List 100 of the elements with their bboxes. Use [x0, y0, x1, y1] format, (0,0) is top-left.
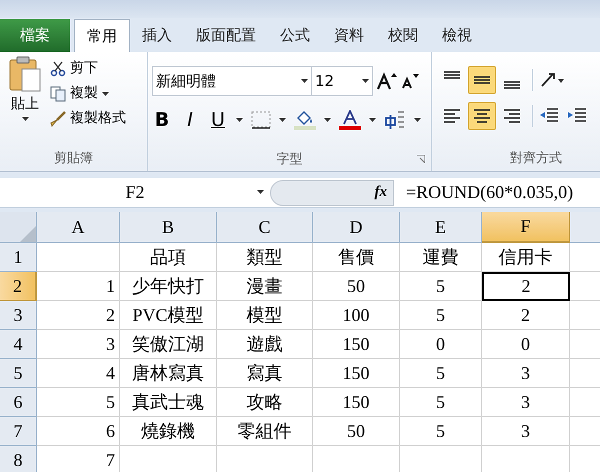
table-cell[interactable]: 2: [482, 301, 570, 330]
bold-button[interactable]: B: [152, 106, 172, 134]
column-header[interactable]: E: [400, 212, 482, 243]
column-header[interactable]: B: [120, 212, 217, 243]
paintbrush-icon: [50, 110, 66, 126]
table-cell[interactable]: 50: [313, 417, 400, 446]
insert-function-label[interactable]: fx: [374, 181, 387, 204]
table-cell[interactable]: 4: [37, 359, 120, 388]
ribbon-tab[interactable]: 插入: [130, 19, 184, 52]
table-cell[interactable]: 模型: [217, 301, 313, 330]
ribbon-tab[interactable]: 檔案: [0, 19, 70, 52]
font-name-value: 新細明體: [156, 70, 216, 92]
ribbon-tab[interactable]: 版面配置: [184, 19, 268, 52]
increase-indent-icon[interactable]: [567, 107, 587, 125]
table-cell[interactable]: 攻略: [217, 388, 313, 417]
row-header[interactable]: 3: [0, 301, 37, 330]
table-cell[interactable]: 5: [37, 388, 120, 417]
dropdown-caret-icon: [369, 118, 376, 122]
italic-button[interactable]: I: [180, 106, 200, 134]
table-cell[interactable]: 0: [400, 330, 482, 359]
table-cell[interactable]: PVC模型: [120, 301, 217, 330]
decrease-indent-icon[interactable]: [539, 107, 559, 125]
table-cell[interactable]: 類型: [217, 243, 313, 272]
table-cell[interactable]: 燒錄機: [120, 417, 217, 446]
column-header[interactable]: A: [37, 212, 120, 243]
table-cell[interactable]: 7: [37, 446, 120, 472]
font-name-dropdown[interactable]: 新細明體: [152, 66, 312, 96]
table-cell[interactable]: 0: [482, 330, 570, 359]
table-cell[interactable]: 運費: [400, 243, 482, 272]
name-box[interactable]: F2: [0, 178, 270, 207]
row-header[interactable]: 7: [0, 417, 37, 446]
dropdown-caret-icon: [22, 117, 28, 121]
table-cell[interactable]: 1: [37, 272, 120, 301]
table-cell[interactable]: 唐林寫真: [120, 359, 217, 388]
font-size-dropdown[interactable]: 12: [311, 66, 373, 96]
table-cell[interactable]: 100: [313, 301, 400, 330]
ribbon-tab[interactable]: 公式: [268, 19, 322, 52]
column-header[interactable]: D: [313, 212, 400, 243]
table-cell[interactable]: 150: [313, 388, 400, 417]
table-cell[interactable]: 150: [313, 359, 400, 388]
grow-font-icon[interactable]: [377, 72, 397, 90]
table-cell[interactable]: 信用卡: [482, 243, 570, 272]
underline-button[interactable]: U: [208, 106, 228, 134]
row-header[interactable]: 2: [0, 272, 37, 301]
table-cell[interactable]: 笑傲江湖: [120, 330, 217, 359]
table-cell[interactable]: [37, 243, 120, 272]
row-header[interactable]: 8: [0, 446, 37, 472]
formula-value: =ROUND(60*0.035,0): [405, 181, 574, 204]
dropdown-caret-icon: [257, 190, 264, 194]
table-cell[interactable]: 漫畫: [217, 272, 313, 301]
ribbon-tab[interactable]: 校閱: [376, 19, 430, 52]
column-header[interactable]: C: [217, 212, 313, 243]
ribbon-tab[interactable]: 常用: [74, 19, 130, 52]
column-header[interactable]: F: [482, 212, 570, 243]
dropdown-caret-icon: [301, 79, 308, 83]
phonetic-guide-icon[interactable]: [384, 110, 406, 130]
table-cell[interactable]: 少年快打: [120, 272, 217, 301]
align-button[interactable]: [468, 102, 496, 130]
align-lines-icon: [444, 71, 460, 79]
table-cell[interactable]: 售價: [313, 243, 400, 272]
table-cell[interactable]: 真武士魂: [120, 388, 217, 417]
table-cell[interactable]: 5: [400, 388, 482, 417]
table-cell[interactable]: 5: [400, 359, 482, 388]
ribbon-tab[interactable]: 檢視: [430, 19, 484, 52]
table-cell[interactable]: 遊戲: [217, 330, 313, 359]
dialog-launcher-icon[interactable]: [417, 155, 425, 163]
table-cell[interactable]: 50: [313, 272, 400, 301]
shrink-font-icon[interactable]: [401, 73, 419, 89]
table-cell[interactable]: 3: [482, 388, 570, 417]
copy-button[interactable]: 複製: [50, 83, 126, 104]
table-cell[interactable]: 3: [482, 359, 570, 388]
table-cell[interactable]: 6: [37, 417, 120, 446]
row-header[interactable]: 4: [0, 330, 37, 359]
table-cell[interactable]: 2: [37, 301, 120, 330]
table-cell[interactable]: 5: [400, 301, 482, 330]
font-color-icon[interactable]: [339, 110, 361, 130]
table-cell[interactable]: 150: [313, 330, 400, 359]
align-lines-icon: [504, 81, 520, 89]
border-icon[interactable]: [251, 111, 271, 130]
row-header[interactable]: 1: [0, 243, 37, 272]
group-label: 對齊方式: [509, 150, 563, 168]
table-cell[interactable]: 3: [37, 330, 120, 359]
format-painter-button[interactable]: 複製格式: [50, 108, 126, 129]
cut-button[interactable]: 剪下: [50, 58, 126, 79]
table-cell[interactable]: 品項: [120, 243, 217, 272]
fill-bucket-icon[interactable]: [294, 110, 316, 130]
paste-button[interactable]: 貼上: [0, 56, 50, 149]
ribbon-tab[interactable]: 資料: [322, 19, 376, 52]
table-cell[interactable]: 5: [400, 272, 482, 301]
corner-triangle-icon: [20, 226, 36, 242]
table-cell[interactable]: 零組件: [217, 417, 313, 446]
align-button[interactable]: [468, 66, 496, 94]
table-cell[interactable]: 2: [482, 272, 570, 301]
table-cell[interactable]: 3: [482, 417, 570, 446]
align-lines-icon: [504, 109, 520, 123]
row-header[interactable]: 5: [0, 359, 37, 388]
table-cell[interactable]: 5: [400, 417, 482, 446]
dropdown-caret-icon: [414, 118, 421, 122]
table-cell[interactable]: 寫真: [217, 359, 313, 388]
row-header[interactable]: 6: [0, 388, 37, 417]
